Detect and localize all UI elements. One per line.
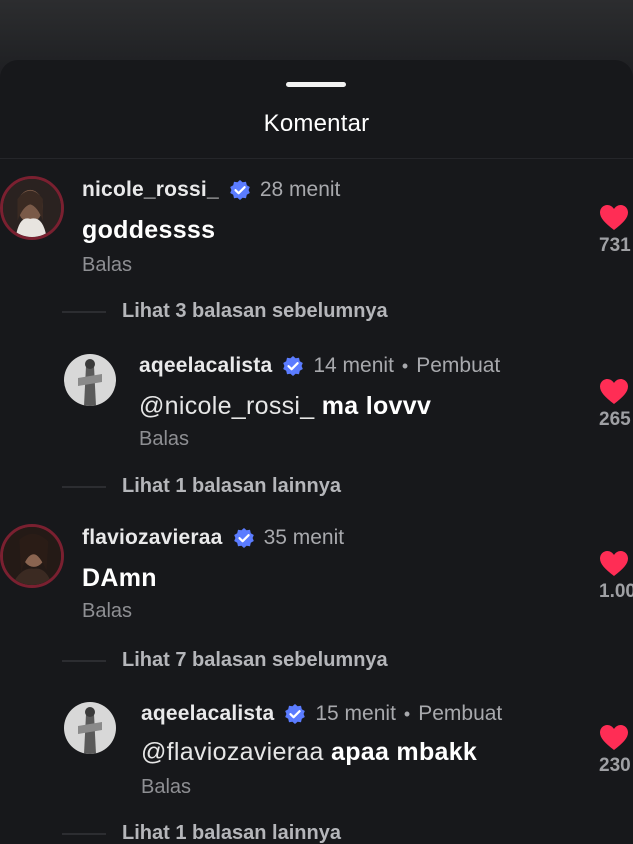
thread-line <box>62 485 106 488</box>
reply-button[interactable]: Balas <box>82 254 132 277</box>
like-count: 1.00 <box>599 581 633 602</box>
like-button[interactable]: 731 <box>599 204 633 257</box>
reply-text: @nicole_rossi_ ma lovvv <box>139 392 431 421</box>
view-more-replies-label: Lihat 1 balasan lainnya <box>122 475 341 497</box>
username[interactable]: aqeelacalista <box>141 702 274 726</box>
comment-text: goddessss <box>82 216 216 244</box>
like-button[interactable]: 230 <box>599 724 633 777</box>
mention-link[interactable]: @flaviozavieraa <box>141 738 324 766</box>
thread-line <box>62 659 106 662</box>
thread-line <box>62 310 106 313</box>
heart-icon <box>600 725 628 750</box>
comment-text: DAmn <box>82 564 157 592</box>
username[interactable]: nicole_rossi_ <box>82 178 219 202</box>
separator-dot: • <box>401 355 409 376</box>
avatar[interactable] <box>0 176 64 240</box>
view-replies-label: Lihat 7 balasan sebelumnya <box>122 649 388 671</box>
reply-text: @flaviozavieraa apaa mbakk <box>141 738 477 767</box>
reply-button[interactable]: Balas <box>139 428 189 451</box>
avatar[interactable] <box>0 524 64 588</box>
reply-meta: aqeelacalista 14 menit • Pembuat <box>139 354 500 378</box>
timestamp: 15 menit <box>315 702 396 725</box>
view-replies-label: Lihat 3 balasan sebelumnya <box>122 300 388 322</box>
comment-meta: nicole_rossi_ 28 menit <box>82 178 340 202</box>
verified-icon <box>229 179 251 201</box>
heart-icon <box>600 379 628 404</box>
like-button[interactable]: 265 <box>599 378 633 431</box>
sheet-title: Komentar <box>263 110 370 137</box>
like-count: 265 <box>599 409 631 430</box>
heart-icon <box>600 205 628 230</box>
like-button[interactable]: 1.00 <box>599 550 633 603</box>
reply-button[interactable]: Balas <box>141 776 191 799</box>
view-replies-link[interactable]: Lihat 3 balasan sebelumnya <box>62 300 388 323</box>
verified-icon <box>282 355 304 377</box>
verified-icon <box>284 703 306 725</box>
thread-line <box>62 832 106 835</box>
separator-dot: • <box>403 703 411 724</box>
avatar[interactable] <box>64 354 116 406</box>
username[interactable]: aqeelacalista <box>139 354 272 378</box>
view-more-replies-link[interactable]: Lihat 1 balasan lainnya <box>62 475 341 498</box>
reply-button[interactable]: Balas <box>82 600 132 623</box>
reply-body: apaa mbakk <box>323 738 478 766</box>
divider <box>0 158 633 159</box>
verified-icon <box>233 527 255 549</box>
heart-icon <box>600 551 628 576</box>
timestamp: 14 menit <box>313 354 394 377</box>
comment-meta: flaviozavieraa 35 menit <box>82 526 344 550</box>
mention-link[interactable]: @nicole_rossi_ <box>139 392 315 420</box>
view-replies-link[interactable]: Lihat 7 balasan sebelumnya <box>62 649 388 672</box>
like-count: 230 <box>599 755 631 776</box>
view-more-replies-link[interactable]: Lihat 1 balasan lainnya <box>62 822 341 844</box>
creator-label: Pembuat <box>418 702 503 725</box>
timestamp: 28 menit <box>259 178 341 201</box>
creator-label: Pembuat <box>416 354 501 377</box>
reply-meta: aqeelacalista 15 menit • Pembuat <box>141 702 502 726</box>
reply-body: ma lovvv <box>314 392 432 420</box>
view-more-replies-label: Lihat 1 balasan lainnya <box>122 822 341 844</box>
username[interactable]: flaviozavieraa <box>82 526 223 550</box>
drag-handle[interactable] <box>286 82 346 87</box>
like-count: 731 <box>599 235 631 256</box>
avatar[interactable] <box>64 702 116 754</box>
timestamp: 35 menit <box>263 526 345 549</box>
